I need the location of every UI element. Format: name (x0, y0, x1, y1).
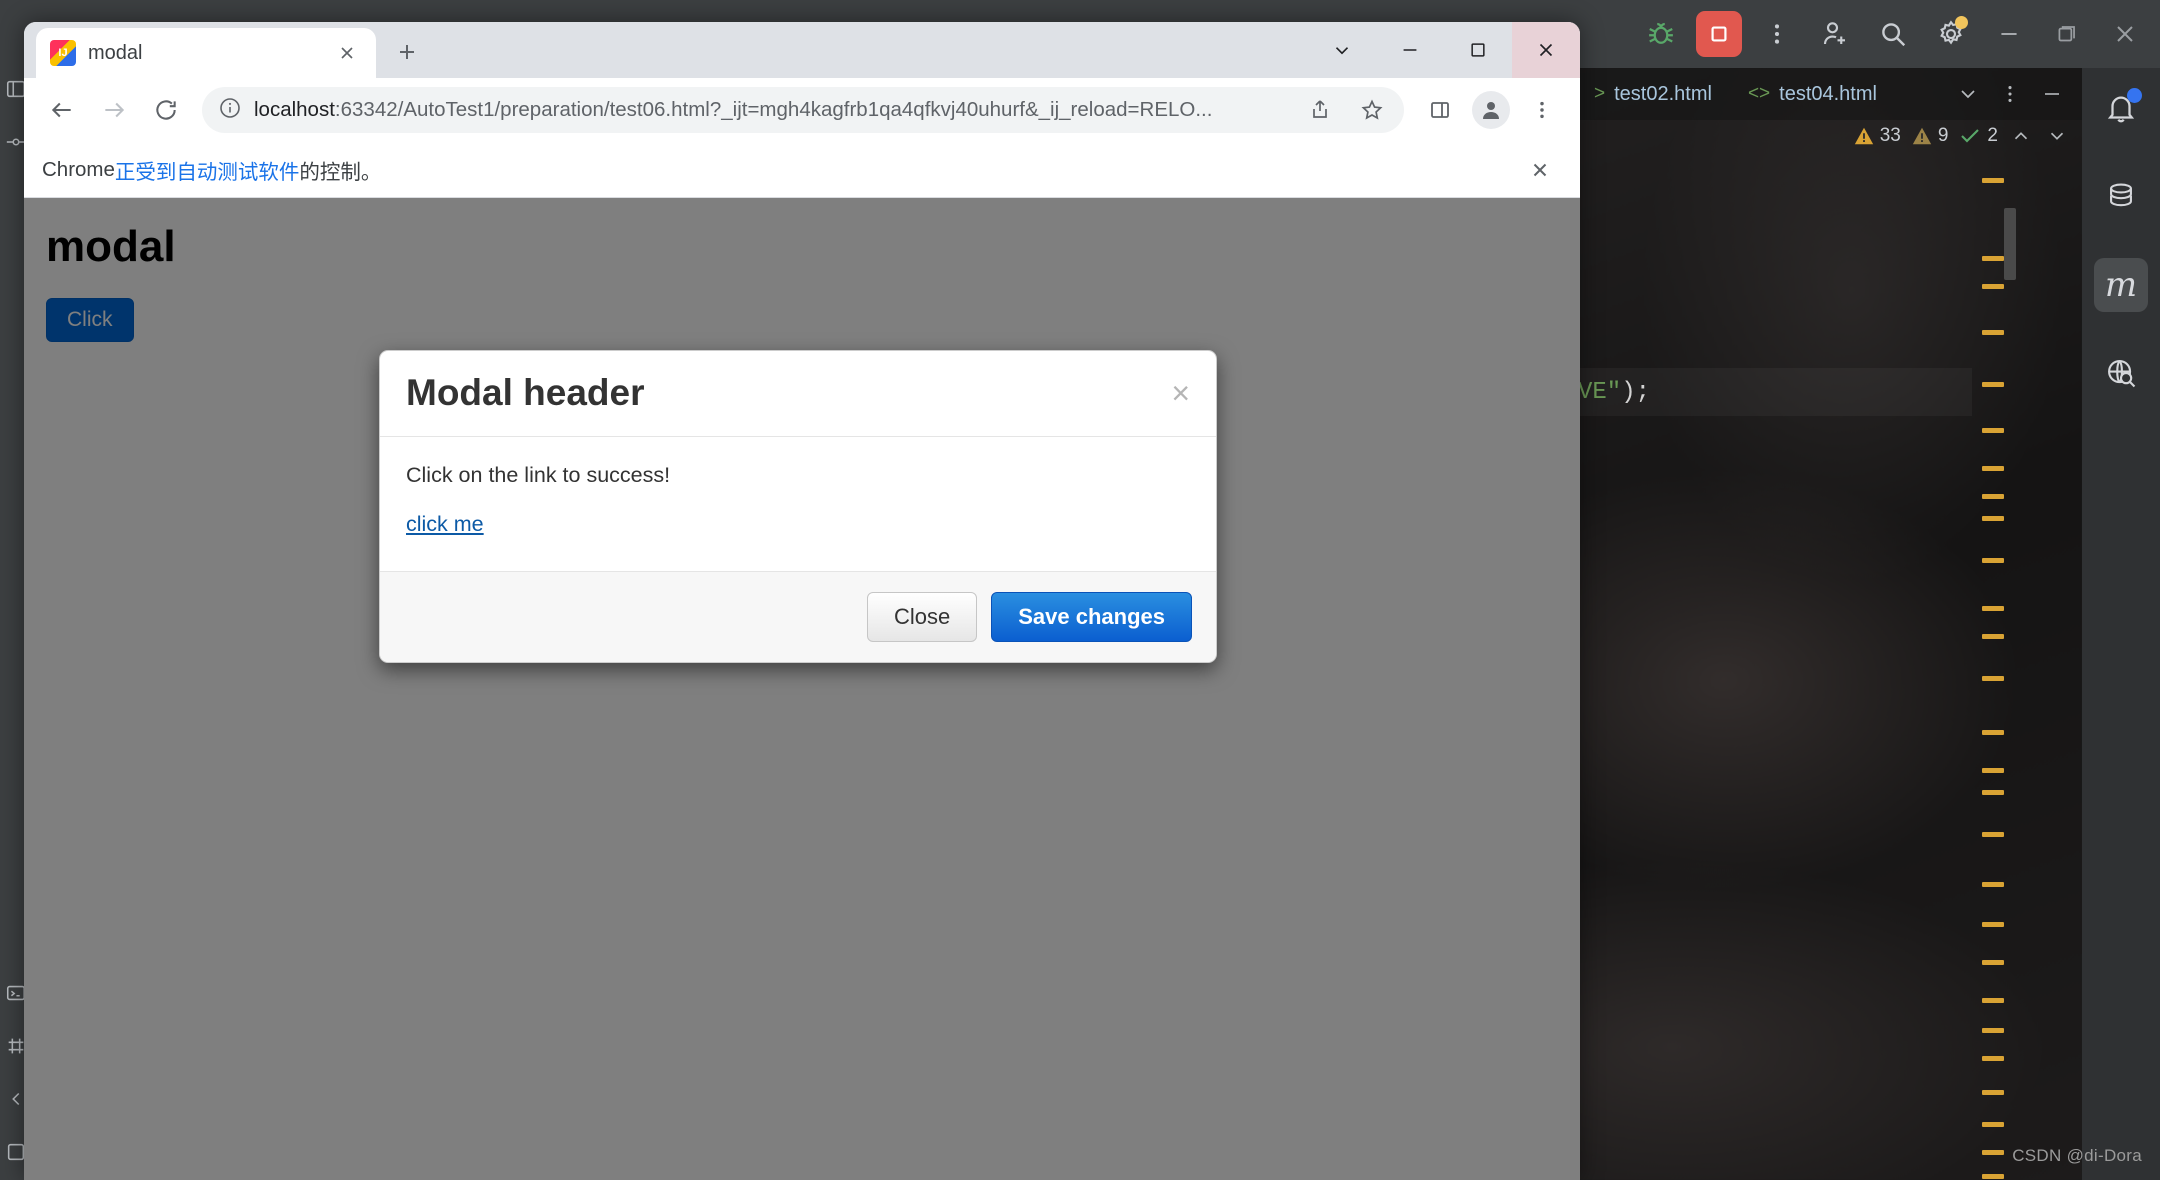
star-icon[interactable] (1352, 90, 1392, 130)
modal-body-text: Click on the link to success! (406, 462, 671, 487)
url-host: localhost (254, 98, 335, 121)
side-panel-icon[interactable] (1416, 86, 1464, 134)
editor-code-line[interactable]: VE" ); (1570, 368, 1972, 416)
info-circle-icon[interactable] (218, 96, 242, 125)
inspection-warnings: 9 (1911, 125, 1949, 147)
tab-close-icon[interactable] (332, 38, 362, 68)
intellij-idea-icon (50, 40, 76, 66)
inspection-warnings-count: 9 (1937, 125, 1949, 146)
html-tag-icon: > (1594, 83, 1606, 104)
chrome-toolbar: localhost:63342/AutoTest1/preparation/te… (24, 78, 1580, 142)
kebab-menu-icon[interactable] (1518, 86, 1566, 134)
modal-success-link[interactable]: click me (406, 512, 484, 537)
modal-close-button[interactable]: Close (867, 591, 978, 642)
editor-tab-label: test04.html (1779, 82, 1877, 105)
weak-warning-icon (1912, 127, 1932, 145)
chrome-toolbar-actions (1416, 86, 1566, 134)
database-icon[interactable] (2094, 170, 2148, 224)
window-minimize-button[interactable] (1376, 22, 1444, 78)
notification-badge (2127, 88, 2142, 103)
editor-marker-stripe[interactable] (1980, 160, 2006, 1180)
window-maximize-button[interactable] (1444, 22, 1512, 78)
inspection-errors-count: 33 (1879, 125, 1901, 146)
ide-right-toolwindow-bar: m (2082, 68, 2160, 1180)
reload-button[interactable] (142, 86, 190, 134)
minimize-window-button[interactable] (1980, 0, 2038, 68)
chrome-tab-strip: modal (24, 22, 1580, 78)
url-path: :63342/AutoTest1/preparation/test06.html… (334, 98, 1213, 121)
address-bar-url: localhost:63342/AutoTest1/preparation/te… (254, 98, 1288, 122)
code-punctuation: ); (1621, 378, 1651, 406)
browser-tab-title: modal (88, 41, 143, 64)
address-bar[interactable]: localhost:63342/AutoTest1/preparation/te… (202, 87, 1404, 133)
chrome-window-controls (1308, 22, 1580, 78)
automation-notice-bar: Chrome 正受到自动测试软件 的控制。 (24, 142, 1580, 198)
browser-tab-modal[interactable]: modal (36, 28, 376, 78)
web-page-content: modal Click Modal header × Click on the … (24, 198, 1580, 1180)
notifications-icon[interactable] (2094, 82, 2148, 136)
profile-avatar-icon[interactable] (1472, 91, 1510, 129)
back-button[interactable] (38, 86, 86, 134)
new-tab-button[interactable] (384, 29, 430, 75)
modal-footer: Close Save changes (380, 570, 1216, 662)
settings-icon[interactable] (1922, 0, 1980, 68)
editor-tab-test04[interactable]: <> test04.html (1730, 68, 1895, 120)
tab-options-kebab-icon[interactable] (1990, 68, 2030, 120)
editor-scrollbar-thumb[interactable] (2004, 208, 2016, 280)
inspection-checks-count: 2 (1987, 125, 1998, 146)
tab-search-chevron-down-icon[interactable] (1308, 22, 1376, 78)
editor-tab-test02[interactable]: > test02.html (1576, 68, 1730, 120)
modal-title: Modal header (406, 372, 645, 413)
next-problem-icon[interactable] (2044, 125, 2070, 147)
modal-body: Click on the link to success! click me (380, 437, 1216, 571)
editor-tab-label: test02.html (1614, 82, 1712, 105)
check-icon (1961, 129, 1980, 143)
automation-notice-link[interactable]: 正受到自动测试软件 (115, 155, 300, 185)
hide-editor-button[interactable] (2032, 68, 2072, 120)
chrome-browser-window: modal (24, 22, 1580, 1180)
modal-dialog: Modal header × Click on the link to succ… (379, 350, 1217, 663)
settings-update-badge (1955, 16, 1968, 29)
prev-problem-icon[interactable] (2008, 125, 2034, 147)
inspection-errors: 33 (1853, 125, 1901, 147)
close-window-button[interactable] (2096, 0, 2154, 68)
editor-tab-bar: > test02.html <> test04.html (1570, 68, 2082, 120)
restore-window-button[interactable] (2038, 0, 2096, 68)
more-options-icon[interactable] (1748, 0, 1806, 68)
inspection-checks: 2 (1958, 124, 1998, 148)
csdn-watermark: CSDN @di-Dora (2012, 1146, 2142, 1165)
share-icon[interactable] (1300, 90, 1340, 130)
web-search-icon[interactable] (2094, 346, 2148, 400)
window-close-button[interactable] (1512, 22, 1580, 78)
modal-header: Modal header × (380, 351, 1216, 437)
infobar-close-icon[interactable] (1518, 148, 1562, 192)
ide-editor-area: > test02.html <> test04.html 33 9 2 VE" … (1570, 68, 2082, 1180)
automation-notice-prefix: Chrome (42, 157, 115, 181)
maven-label: m (2104, 265, 2138, 305)
modal-save-button[interactable]: Save changes (991, 591, 1192, 642)
modal-backdrop[interactable] (24, 198, 1580, 1180)
search-everywhere-icon[interactable] (1864, 0, 1922, 68)
modal-close-icon[interactable]: × (1171, 377, 1190, 409)
inspection-widget[interactable]: 33 9 2 (1853, 124, 2070, 148)
html-tag-icon: <> (1747, 83, 1771, 104)
maven-icon[interactable]: m (2094, 258, 2148, 312)
automation-notice-suffix: 的控制。 (299, 160, 382, 184)
code-string-literal: VE" (1578, 378, 1622, 406)
add-collaborator-icon[interactable] (1806, 0, 1864, 68)
warning-icon (1854, 127, 1873, 145)
debug-icon[interactable] (1632, 0, 1690, 68)
forward-button[interactable] (90, 86, 138, 134)
tab-list-chevron-down-icon[interactable] (1948, 68, 1988, 120)
stop-run-button[interactable] (1690, 0, 1748, 68)
